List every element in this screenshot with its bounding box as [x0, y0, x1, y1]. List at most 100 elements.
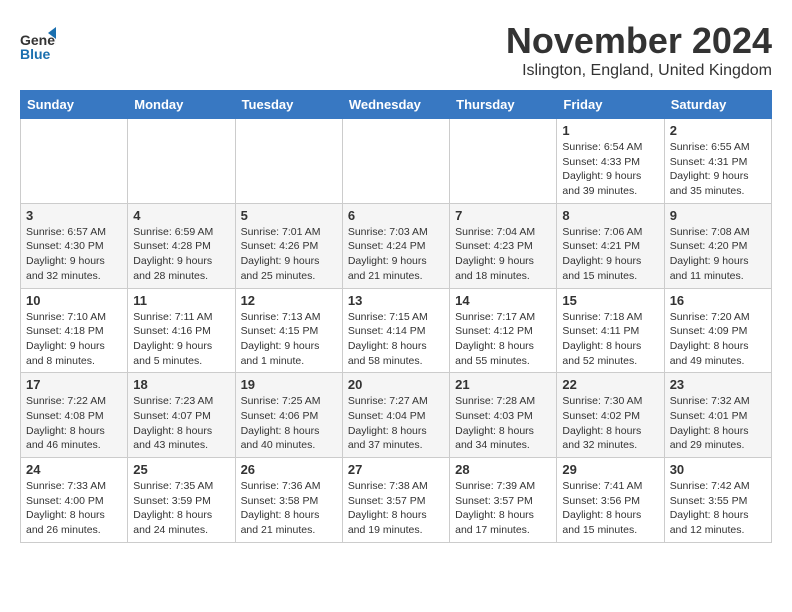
calendar-day-cell: [235, 119, 342, 204]
day-info: Sunrise: 7:42 AM Sunset: 3:55 PM Dayligh…: [670, 479, 766, 538]
calendar-day-cell: 13Sunrise: 7:15 AM Sunset: 4:14 PM Dayli…: [342, 288, 449, 373]
calendar-day-cell: 30 Sunrise: 7:42 AM Sunset: 3:55 PM Dayli…: [664, 458, 771, 543]
day-info: Sunrise: 7:10 AM Sunset: 4:18 PM Dayligh…: [26, 310, 122, 369]
day-info: Sunrise: 7:41 AM Sunset: 3:56 PM Dayligh…: [562, 479, 658, 538]
day-number: 25: [133, 462, 229, 477]
calendar-day-cell: 5 Sunrise: 7:01 AM Sunset: 4:26 PM Daylig…: [235, 203, 342, 288]
day-info: Sunrise: 7:17 AM Sunset: 4:12 PM Dayligh…: [455, 310, 551, 369]
day-info: Sunrise: 7:03 AM Sunset: 4:24 PM Dayligh…: [348, 225, 444, 284]
day-number: 14: [455, 293, 551, 308]
day-number: 24: [26, 462, 122, 477]
day-number: 15: [562, 293, 658, 308]
day-number: 13: [348, 293, 444, 308]
calendar-header-row: SundayMondayTuesdayWednesdayThursdayFrid…: [21, 91, 772, 119]
day-info: Sunrise: 7:11 AM Sunset: 4:16 PM Dayligh…: [133, 310, 229, 369]
day-number: 21: [455, 377, 551, 392]
calendar-day-cell: 10 Sunrise: 7:10 AM Sunset: 4:18 PM Dayli…: [21, 288, 128, 373]
calendar-day-cell: 27 Sunrise: 7:38 AM Sunset: 3:57 PM Dayli…: [342, 458, 449, 543]
calendar-day-cell: 12 Sunrise: 7:13 AM Sunset: 4:15 PM Dayli…: [235, 288, 342, 373]
calendar-day-cell: [342, 119, 449, 204]
day-number: 11: [133, 293, 229, 308]
logo: General Blue: [20, 25, 60, 61]
calendar-day-cell: [128, 119, 235, 204]
day-info: Sunrise: 7:25 AM Sunset: 4:06 PM Dayligh…: [241, 394, 337, 453]
day-number: 22: [562, 377, 658, 392]
day-number: 26: [241, 462, 337, 477]
calendar-week-row: 17 Sunrise: 7:22 AM Sunset: 4:08 PM Dayli…: [21, 373, 772, 458]
calendar-day-cell: [21, 119, 128, 204]
day-info: Sunrise: 7:08 AM Sunset: 4:20 PM Dayligh…: [670, 225, 766, 284]
day-of-week-header: Sunday: [21, 91, 128, 119]
day-info: Sunrise: 7:33 AM Sunset: 4:00 PM Dayligh…: [26, 479, 122, 538]
calendar-day-cell: 21 Sunrise: 7:28 AM Sunset: 4:03 PM Dayli…: [450, 373, 557, 458]
day-number: 1: [562, 123, 658, 138]
calendar-day-cell: 15Sunrise: 7:18 AM Sunset: 4:11 PM Dayli…: [557, 288, 664, 373]
day-info: Sunrise: 6:54 AM Sunset: 4:33 PM Dayligh…: [562, 140, 658, 199]
calendar-day-cell: 26 Sunrise: 7:36 AM Sunset: 3:58 PM Dayli…: [235, 458, 342, 543]
day-number: 20: [348, 377, 444, 392]
calendar-day-cell: 3Sunrise: 6:57 AM Sunset: 4:30 PM Daylig…: [21, 203, 128, 288]
svg-text:Blue: Blue: [20, 46, 51, 61]
day-number: 27: [348, 462, 444, 477]
day-number: 30: [670, 462, 766, 477]
calendar-day-cell: 24 Sunrise: 7:33 AM Sunset: 4:00 PM Dayli…: [21, 458, 128, 543]
day-of-week-header: Monday: [128, 91, 235, 119]
day-info: Sunrise: 6:59 AM Sunset: 4:28 PM Dayligh…: [133, 225, 229, 284]
day-info: Sunrise: 7:13 AM Sunset: 4:15 PM Dayligh…: [241, 310, 337, 369]
day-number: 9: [670, 208, 766, 223]
day-of-week-header: Thursday: [450, 91, 557, 119]
day-info: Sunrise: 7:04 AM Sunset: 4:23 PM Dayligh…: [455, 225, 551, 284]
day-number: 18: [133, 377, 229, 392]
day-of-week-header: Saturday: [664, 91, 771, 119]
day-number: 2: [670, 123, 766, 138]
day-info: Sunrise: 7:06 AM Sunset: 4:21 PM Dayligh…: [562, 225, 658, 284]
calendar-day-cell: 20 Sunrise: 7:27 AM Sunset: 4:04 PM Dayli…: [342, 373, 449, 458]
calendar-day-cell: 11 Sunrise: 7:11 AM Sunset: 4:16 PM Dayli…: [128, 288, 235, 373]
calendar-body: 1 Sunrise: 6:54 AM Sunset: 4:33 PM Daylig…: [21, 119, 772, 543]
day-info: Sunrise: 7:35 AM Sunset: 3:59 PM Dayligh…: [133, 479, 229, 538]
day-info: Sunrise: 7:20 AM Sunset: 4:09 PM Dayligh…: [670, 310, 766, 369]
day-info: Sunrise: 7:22 AM Sunset: 4:08 PM Dayligh…: [26, 394, 122, 453]
calendar-day-cell: 1 Sunrise: 6:54 AM Sunset: 4:33 PM Daylig…: [557, 119, 664, 204]
day-info: Sunrise: 7:32 AM Sunset: 4:01 PM Dayligh…: [670, 394, 766, 453]
day-info: Sunrise: 6:55 AM Sunset: 4:31 PM Dayligh…: [670, 140, 766, 199]
location-title: Islington, England, United Kingdom: [506, 62, 772, 80]
title-block: November 2024 Islington, England, United…: [506, 20, 772, 80]
day-number: 28: [455, 462, 551, 477]
day-of-week-header: Tuesday: [235, 91, 342, 119]
calendar-week-row: 10 Sunrise: 7:10 AM Sunset: 4:18 PM Dayli…: [21, 288, 772, 373]
day-number: 19: [241, 377, 337, 392]
day-of-week-header: Friday: [557, 91, 664, 119]
calendar-day-cell: 6Sunrise: 7:03 AM Sunset: 4:24 PM Daylig…: [342, 203, 449, 288]
month-title: November 2024: [506, 20, 772, 62]
calendar-day-cell: 4 Sunrise: 6:59 AM Sunset: 4:28 PM Daylig…: [128, 203, 235, 288]
day-number: 16: [670, 293, 766, 308]
day-info: Sunrise: 7:38 AM Sunset: 3:57 PM Dayligh…: [348, 479, 444, 538]
calendar-day-cell: 23 Sunrise: 7:32 AM Sunset: 4:01 PM Dayli…: [664, 373, 771, 458]
calendar-day-cell: 17 Sunrise: 7:22 AM Sunset: 4:08 PM Dayli…: [21, 373, 128, 458]
calendar-day-cell: 18Sunrise: 7:23 AM Sunset: 4:07 PM Dayli…: [128, 373, 235, 458]
calendar-day-cell: 14 Sunrise: 7:17 AM Sunset: 4:12 PM Dayli…: [450, 288, 557, 373]
day-number: 8: [562, 208, 658, 223]
day-info: Sunrise: 7:39 AM Sunset: 3:57 PM Dayligh…: [455, 479, 551, 538]
calendar-day-cell: 29 Sunrise: 7:41 AM Sunset: 3:56 PM Dayli…: [557, 458, 664, 543]
day-number: 12: [241, 293, 337, 308]
calendar-day-cell: 19 Sunrise: 7:25 AM Sunset: 4:06 PM Dayli…: [235, 373, 342, 458]
day-number: 4: [133, 208, 229, 223]
day-number: 5: [241, 208, 337, 223]
calendar-day-cell: 22 Sunrise: 7:30 AM Sunset: 4:02 PM Dayli…: [557, 373, 664, 458]
day-number: 23: [670, 377, 766, 392]
day-number: 3: [26, 208, 122, 223]
day-info: Sunrise: 7:28 AM Sunset: 4:03 PM Dayligh…: [455, 394, 551, 453]
day-info: Sunrise: 7:01 AM Sunset: 4:26 PM Dayligh…: [241, 225, 337, 284]
day-number: 10: [26, 293, 122, 308]
day-info: Sunrise: 7:27 AM Sunset: 4:04 PM Dayligh…: [348, 394, 444, 453]
day-number: 29: [562, 462, 658, 477]
day-info: Sunrise: 7:30 AM Sunset: 4:02 PM Dayligh…: [562, 394, 658, 453]
calendar-day-cell: 7Sunrise: 7:04 AM Sunset: 4:23 PM Daylig…: [450, 203, 557, 288]
day-number: 17: [26, 377, 122, 392]
day-info: Sunrise: 7:36 AM Sunset: 3:58 PM Dayligh…: [241, 479, 337, 538]
calendar-day-cell: 2 Sunrise: 6:55 AM Sunset: 4:31 PM Daylig…: [664, 119, 771, 204]
page-header: General Blue November 2024 Islington, En…: [20, 20, 772, 80]
day-of-week-header: Wednesday: [342, 91, 449, 119]
